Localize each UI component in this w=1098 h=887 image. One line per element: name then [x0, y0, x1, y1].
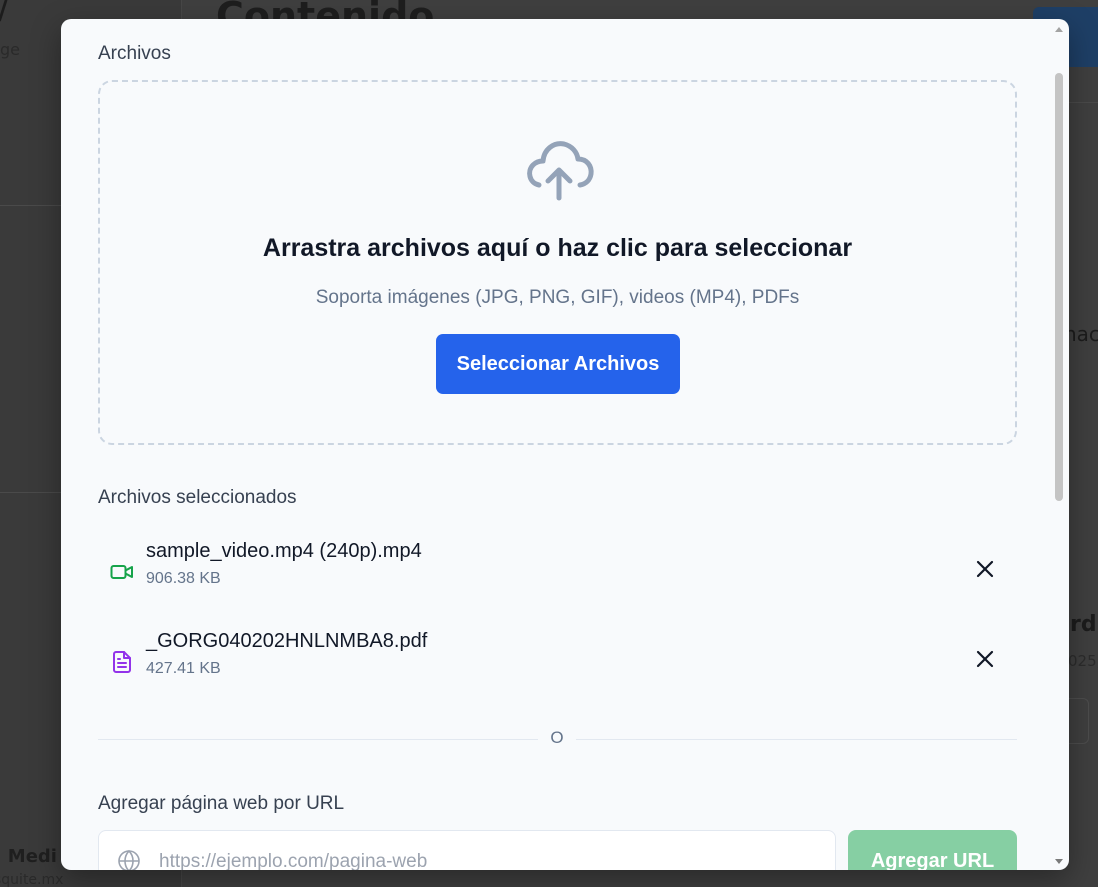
background-text: nac: [1064, 322, 1098, 346]
sidebar-user-name: ' Medi: [0, 846, 57, 867]
file-name: sample_video.mp4 (240p).mp4: [146, 540, 422, 562]
remove-file-icon[interactable]: [974, 558, 996, 580]
background-divider: [1069, 102, 1098, 103]
remove-file-icon[interactable]: [974, 648, 996, 670]
video-icon: [110, 565, 133, 579]
scroll-down-arrow-icon[interactable]: [1055, 859, 1063, 864]
dropzone-title: Arrastra archivos aquí o haz clic para s…: [262, 234, 853, 262]
file-list-item: _GORG040202HNLNMBA8.pdf 427.41 KB: [98, 630, 1017, 694]
modal-content: Archivos Arrastra archivos aquí o haz cl…: [61, 19, 1069, 870]
add-url-button[interactable]: Agregar URL: [848, 830, 1017, 870]
file-name: _GORG040202HNLNMBA8.pdf: [146, 630, 428, 652]
modal-scrollbar[interactable]: [1054, 27, 1064, 865]
globe-icon: [118, 849, 140, 870]
upload-modal: Archivos Arrastra archivos aquí o haz cl…: [61, 19, 1069, 870]
selected-files-label: Archivos seleccionados: [98, 487, 297, 508]
dropzone-subtitle: Soporta imágenes (JPG, PNG, GIF), videos…: [315, 287, 800, 308]
file-size: 427.41 KB: [146, 660, 221, 677]
files-section-label: Archivos: [98, 43, 171, 64]
file-list-item: sample_video.mp4 (240p).mp4 906.38 KB: [98, 540, 1017, 604]
file-size: 906.38 KB: [146, 570, 221, 587]
scroll-up-arrow-icon[interactable]: [1055, 27, 1063, 32]
url-input[interactable]: [159, 845, 819, 870]
divider-line: [576, 739, 1017, 740]
sidebar-user-email: squite.mx: [0, 872, 64, 887]
sidebar-title: /: [0, 0, 8, 26]
select-files-button[interactable]: Seleccionar Archivos: [436, 334, 680, 394]
background-card-title: rd: [1070, 612, 1097, 637]
sidebar-subtitle: ge: [0, 40, 20, 59]
or-divider: O: [98, 728, 1017, 747]
file-dropzone[interactable]: Arrastra archivos aquí o haz clic para s…: [98, 80, 1017, 445]
url-input-wrapper: [98, 830, 836, 870]
cloud-upload-icon: [527, 141, 594, 201]
background-card-date: 025,: [1068, 652, 1098, 670]
document-icon: [113, 651, 131, 673]
url-section-label: Agregar página web por URL: [98, 793, 345, 814]
or-divider-text: O: [550, 728, 564, 747]
divider-line: [98, 739, 538, 740]
scrollbar-thumb[interactable]: [1055, 73, 1063, 501]
